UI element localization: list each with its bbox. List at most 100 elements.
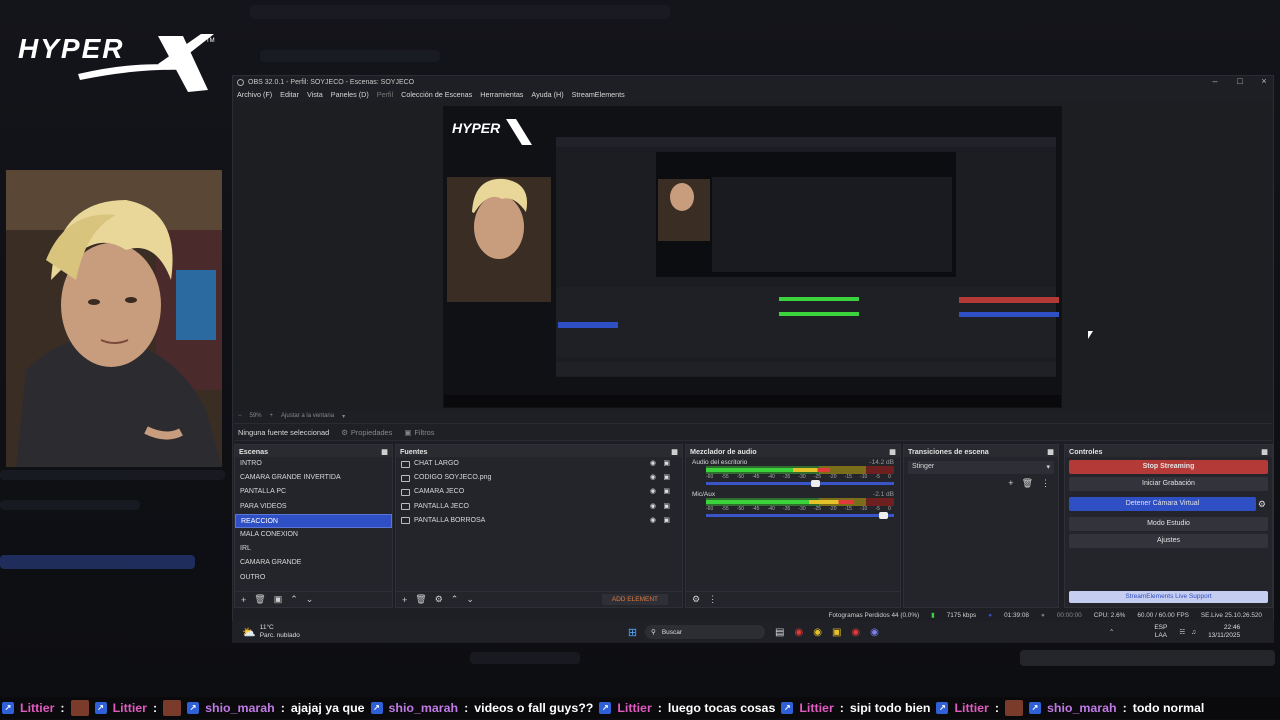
- link-icon[interactable]: ⚙: [692, 594, 700, 605]
- menu-archivo[interactable]: Archivo (F): [237, 90, 272, 99]
- lock-icon[interactable]: ▣: [663, 514, 670, 528]
- weather-widget[interactable]: 11°C Parc. nublado: [260, 624, 300, 640]
- scene-item[interactable]: INTRO: [235, 457, 392, 471]
- live-time: 01:39:08: [1004, 611, 1029, 619]
- fit-window-label[interactable]: Ajustar a la ventana: [281, 413, 334, 419]
- eye-icon[interactable]: ◉: [650, 485, 656, 499]
- add-element-button[interactable]: ADD ELEMENT: [601, 594, 668, 605]
- chrome-icon[interactable]: ◉: [813, 627, 822, 638]
- plus-icon[interactable]: +: [1008, 478, 1013, 489]
- scene-item[interactable]: OUTRO: [235, 571, 392, 585]
- menu-paneles[interactable]: Paneles (D): [331, 90, 369, 99]
- volume-icon[interactable]: ♫: [1191, 629, 1196, 636]
- eye-icon[interactable]: ◉: [650, 471, 656, 485]
- settings-button[interactable]: Ajustes: [1069, 534, 1268, 548]
- source-item[interactable]: CHAT LARGO ◉ ▣: [396, 457, 682, 471]
- scene-item[interactable]: CAMARA GRANDE: [235, 556, 392, 570]
- lang-secondary: LAA: [1154, 632, 1167, 639]
- dock-float-icon[interactable]: ▦: [671, 447, 678, 456]
- more-icon[interactable]: ⋮: [1041, 478, 1050, 489]
- gear-icon[interactable]: ⚙: [435, 594, 443, 605]
- trash-icon[interactable]: 🗑: [254, 594, 265, 605]
- trash-icon[interactable]: 🗑: [415, 594, 426, 605]
- taskview-icon[interactable]: ▤: [775, 627, 784, 638]
- clock[interactable]: 22:46 13/11/2025: [1208, 624, 1240, 640]
- scale-tick: -50: [736, 506, 745, 512]
- lock-icon[interactable]: ▣: [663, 471, 670, 485]
- chat-ticker: ↗ Littier: ↗ Littier: ↗ shio_marah: ajajaj ya …: [0, 697, 1280, 719]
- properties-button[interactable]: ⚙ Propiedades: [341, 428, 392, 437]
- transition-selected: Stinger: [912, 463, 935, 470]
- start-recording-button[interactable]: Iniciar Grabación: [1069, 477, 1268, 491]
- down-arrow-icon[interactable]: ⌄: [306, 594, 314, 605]
- eye-icon[interactable]: ◉: [650, 514, 656, 528]
- stop-streaming-button[interactable]: Stop Streaming: [1069, 460, 1268, 474]
- source-item[interactable]: CAMARA JECO ◉ ▣: [396, 485, 682, 499]
- stop-virtual-cam-button[interactable]: Detener Cámara Virtual: [1069, 497, 1256, 511]
- scene-item[interactable]: PANTALLA PC: [235, 485, 392, 499]
- tray-chevron-icon[interactable]: ⌃: [1109, 628, 1114, 636]
- windows-start-icon[interactable]: ⊞: [628, 626, 637, 639]
- search-box[interactable]: ⚲ Buscar: [645, 625, 766, 639]
- studio-mode-button[interactable]: Modo Estudio: [1069, 517, 1268, 531]
- more-icon[interactable]: ⋮: [708, 594, 717, 605]
- app-icon[interactable]: ◉: [851, 627, 860, 638]
- filters-button[interactable]: ▣ Filtros: [404, 428, 434, 437]
- scene-item[interactable]: PARA VIDEOS: [235, 500, 392, 514]
- chat-separator: :: [60, 701, 65, 715]
- lock-icon[interactable]: ▣: [663, 500, 670, 514]
- menu-herramientas[interactable]: Herramientas: [480, 90, 523, 99]
- menu-perfil[interactable]: Perfil: [377, 90, 393, 99]
- up-arrow-icon[interactable]: ⌃: [451, 594, 459, 605]
- source-item[interactable]: PANTALLA BORROSA ◉ ▣: [396, 514, 682, 528]
- plus-icon[interactable]: +: [241, 595, 246, 605]
- scale-tick: -55: [721, 506, 729, 512]
- volume-knob[interactable]: [878, 512, 888, 519]
- folder-icon[interactable]: ▣: [832, 627, 841, 638]
- scene-item[interactable]: CAMARA GRANDE INVERTIDA: [235, 471, 392, 485]
- menu-vista[interactable]: Vista: [307, 90, 323, 99]
- dock-float-icon[interactable]: ▦: [889, 447, 896, 456]
- scene-item[interactable]: IRL: [235, 542, 392, 556]
- down-arrow-icon[interactable]: ⌄: [466, 594, 474, 605]
- zoom-minus-icon[interactable]: −: [238, 413, 242, 419]
- minimize-icon[interactable]: –: [1208, 76, 1222, 86]
- obs-app-icon[interactable]: ◉: [795, 627, 804, 638]
- menu-streamelements[interactable]: StreamElements: [572, 90, 625, 99]
- source-item[interactable]: CODIGO SOYJECO.png ◉ ▣: [396, 471, 682, 485]
- dock-float-icon[interactable]: ▦: [381, 447, 388, 456]
- lock-icon[interactable]: ▣: [663, 457, 670, 471]
- source-item[interactable]: PANTALLA JECO ◉ ▣: [396, 500, 682, 514]
- scene-item[interactable]: REACCION: [235, 513, 392, 528]
- close-icon[interactable]: ×: [1257, 76, 1271, 86]
- zoom-plus-icon[interactable]: +: [270, 413, 274, 419]
- weather-text: Parc. nublado: [259, 632, 300, 639]
- scene-item[interactable]: MALA CONEXION: [235, 528, 392, 542]
- volume-slider[interactable]: [706, 512, 894, 519]
- dock-float-icon[interactable]: ▦: [1261, 447, 1268, 456]
- filter-icon[interactable]: ▣: [274, 594, 283, 605]
- dock-float-icon[interactable]: ▦: [1047, 447, 1054, 456]
- lock-icon[interactable]: ▣: [663, 485, 670, 499]
- maximize-icon[interactable]: □: [1233, 76, 1247, 86]
- menu-coleccion[interactable]: Colección de Escenas: [401, 90, 472, 99]
- chat-username: shio_marah: [205, 701, 275, 715]
- wifi-icon[interactable]: ☵: [1179, 628, 1185, 636]
- plus-icon[interactable]: +: [402, 595, 407, 605]
- language-indicator[interactable]: ESP LAA: [1154, 624, 1167, 640]
- trash-icon[interactable]: 🗑: [1022, 478, 1033, 489]
- volume-knob[interactable]: [811, 480, 821, 487]
- transition-select[interactable]: Stinger ▾: [908, 461, 1054, 474]
- discord-icon[interactable]: ◉: [870, 627, 879, 638]
- chevron-down-icon[interactable]: ▾: [342, 413, 345, 420]
- live-support-button[interactable]: StreamElements Live Support: [1069, 591, 1268, 603]
- stream-preview[interactable]: HYPER: [443, 106, 1062, 408]
- gear-icon[interactable]: ⚙: [1258, 499, 1266, 510]
- up-arrow-icon[interactable]: ⌃: [290, 594, 298, 605]
- menu-editar[interactable]: Editar: [280, 90, 299, 99]
- eye-icon[interactable]: ◉: [650, 500, 656, 514]
- eye-icon[interactable]: ◉: [650, 457, 656, 471]
- volume-slider[interactable]: [706, 480, 894, 487]
- source-label: CAMARA JECO: [414, 488, 465, 496]
- menu-ayuda[interactable]: Ayuda (H): [531, 90, 563, 99]
